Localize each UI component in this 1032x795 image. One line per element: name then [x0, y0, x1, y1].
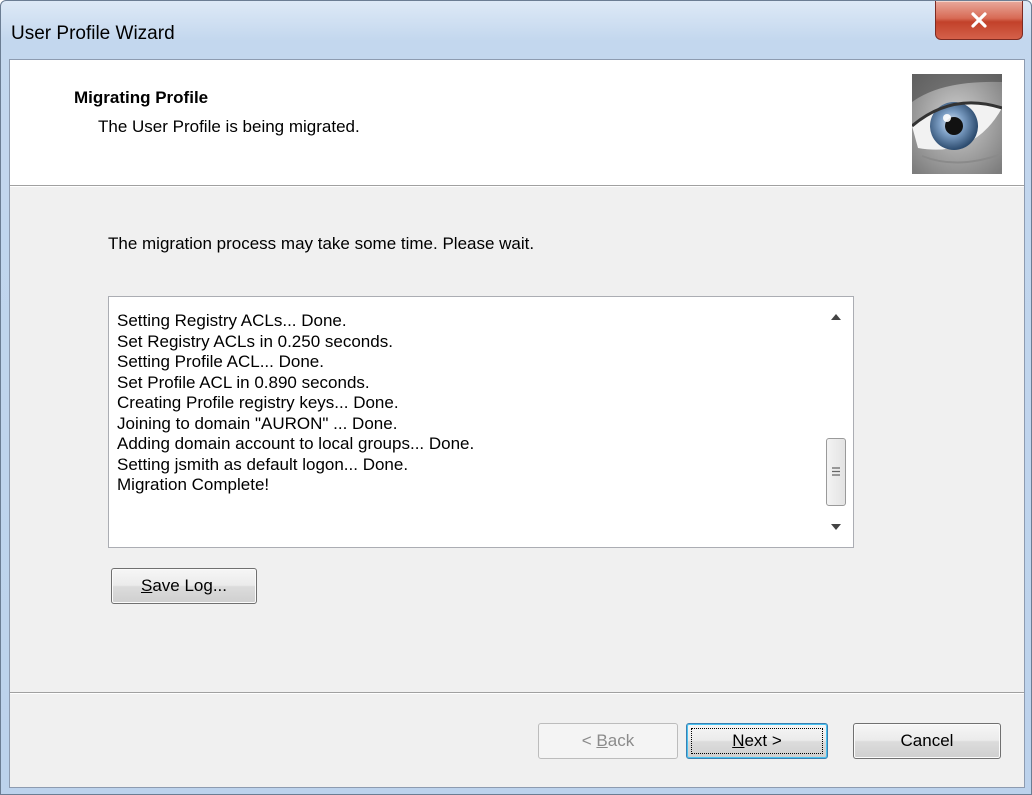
- page-subtitle: The User Profile is being migrated.: [98, 117, 360, 136]
- log-line: Setting Registry ACLs... Done.: [117, 311, 347, 330]
- log-line: Adding domain account to local groups...…: [117, 434, 475, 453]
- log-scrollbar[interactable]: [819, 297, 853, 547]
- scrollbar-thumb[interactable]: [826, 438, 846, 506]
- intro-text: The migration process may take some time…: [108, 234, 535, 253]
- title-bar[interactable]: User Profile Wizard: [1, 1, 1031, 59]
- wizard-window: User Profile Wizard Migrating Profile Th…: [0, 0, 1032, 795]
- scroll-down-arrow-icon[interactable]: [826, 517, 846, 537]
- wizard-header: Migrating Profile The User Profile is be…: [10, 60, 1024, 185]
- window-title: User Profile Wizard: [11, 23, 175, 44]
- footer-divider: [10, 692, 1024, 694]
- cancel-button[interactable]: Cancel: [853, 723, 1001, 759]
- save-log-button[interactable]: Save Log...: [111, 568, 257, 604]
- log-line: Setting Profile ACL... Done.: [117, 352, 324, 371]
- log-line: Set Registry ACLs in 0.250 seconds.: [117, 331, 393, 351]
- log-line: Migration Complete!: [117, 475, 270, 494]
- log-line: Creating Profile registry keys... Done.: [117, 393, 399, 412]
- close-icon: [970, 12, 988, 28]
- back-label: < Back: [581, 731, 635, 750]
- dialog-body: Migrating Profile The User Profile is be…: [9, 59, 1025, 788]
- migration-log[interactable]: Setting Registry ACLs... Done. Set Regis…: [108, 296, 854, 548]
- log-line: Setting jsmith as default logon... Done.: [117, 454, 409, 474]
- log-line: Joining to domain "AURON" ... Done.: [117, 413, 398, 433]
- page-title: Migrating Profile: [74, 88, 209, 107]
- next-button[interactable]: Next >: [686, 723, 828, 759]
- log-line: Set Profile ACL in 0.890 seconds.: [117, 372, 370, 392]
- close-button[interactable]: [935, 1, 1023, 40]
- eye-image: [911, 74, 1003, 174]
- back-button[interactable]: < Back: [538, 723, 678, 759]
- grip-icon: [832, 463, 840, 481]
- log-lines: Setting Registry ACLs... Done. Set Regis…: [117, 311, 474, 496]
- scroll-up-arrow-icon[interactable]: [826, 307, 846, 327]
- cancel-label: Cancel: [900, 731, 954, 750]
- header-divider: [10, 185, 1024, 187]
- save-log-label: Save Log...: [140, 576, 227, 595]
- focus-ring: [691, 728, 823, 754]
